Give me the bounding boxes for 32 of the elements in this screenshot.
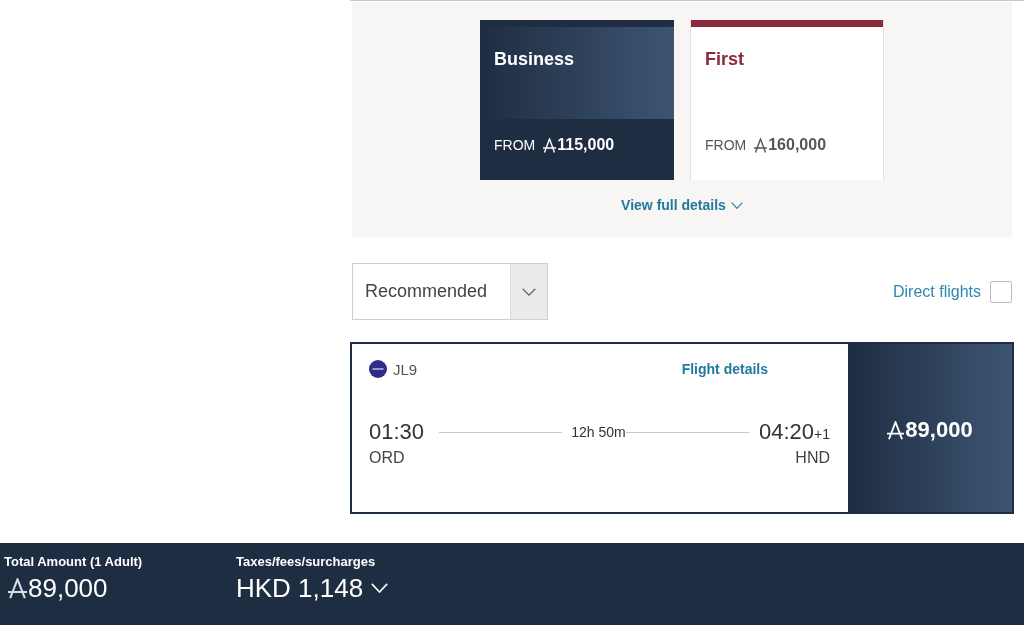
from-label: FROM <box>705 137 747 153</box>
currency-symbol-icon <box>543 137 557 153</box>
currency-symbol-icon <box>887 420 905 440</box>
total-amount-label: Total Amount (1 Adult) <box>4 554 143 570</box>
flight-number: JL9 <box>393 360 418 378</box>
cabin-price: 160,000 <box>768 136 827 154</box>
from-label: FROM <box>494 137 536 153</box>
arrival-airport: HND <box>795 448 830 467</box>
taxes-amount-button[interactable]: HKD 1,148 <box>236 573 389 603</box>
sort-dropdown[interactable]: Recommended <box>352 263 548 320</box>
departure-airport: ORD <box>369 448 406 467</box>
currency-symbol-icon <box>754 137 768 153</box>
flight-duration: 12h 50m <box>571 424 626 440</box>
cabin-card[interactable]: First FROM 160,000 <box>690 20 884 180</box>
departure-time: 01:30 <box>369 419 425 445</box>
arrival-time: 04:20 <box>758 419 815 445</box>
cabin-title: First <box>705 49 744 69</box>
flight-details-link[interactable]: Flight details <box>681 361 768 377</box>
cabin-title: Business <box>494 49 575 69</box>
currency-symbol-icon <box>8 577 27 599</box>
fare-button[interactable]: 89,000 <box>848 344 1012 512</box>
cabin-price: 115,000 <box>557 136 615 154</box>
airline-logo-icon <box>369 360 387 378</box>
taxes-label: Taxes/fees/surcharges <box>236 554 376 570</box>
chevron-down-icon <box>522 287 536 296</box>
chevron-down-icon <box>371 583 389 593</box>
view-full-details-link[interactable]: View full details <box>621 197 743 214</box>
chevron-down-icon <box>730 202 743 209</box>
total-amount: 89,000 <box>28 573 108 603</box>
day-offset: +1 <box>814 426 830 442</box>
direct-flights-checkbox[interactable] <box>990 280 1012 303</box>
direct-flights-label: Direct flights <box>892 282 981 301</box>
